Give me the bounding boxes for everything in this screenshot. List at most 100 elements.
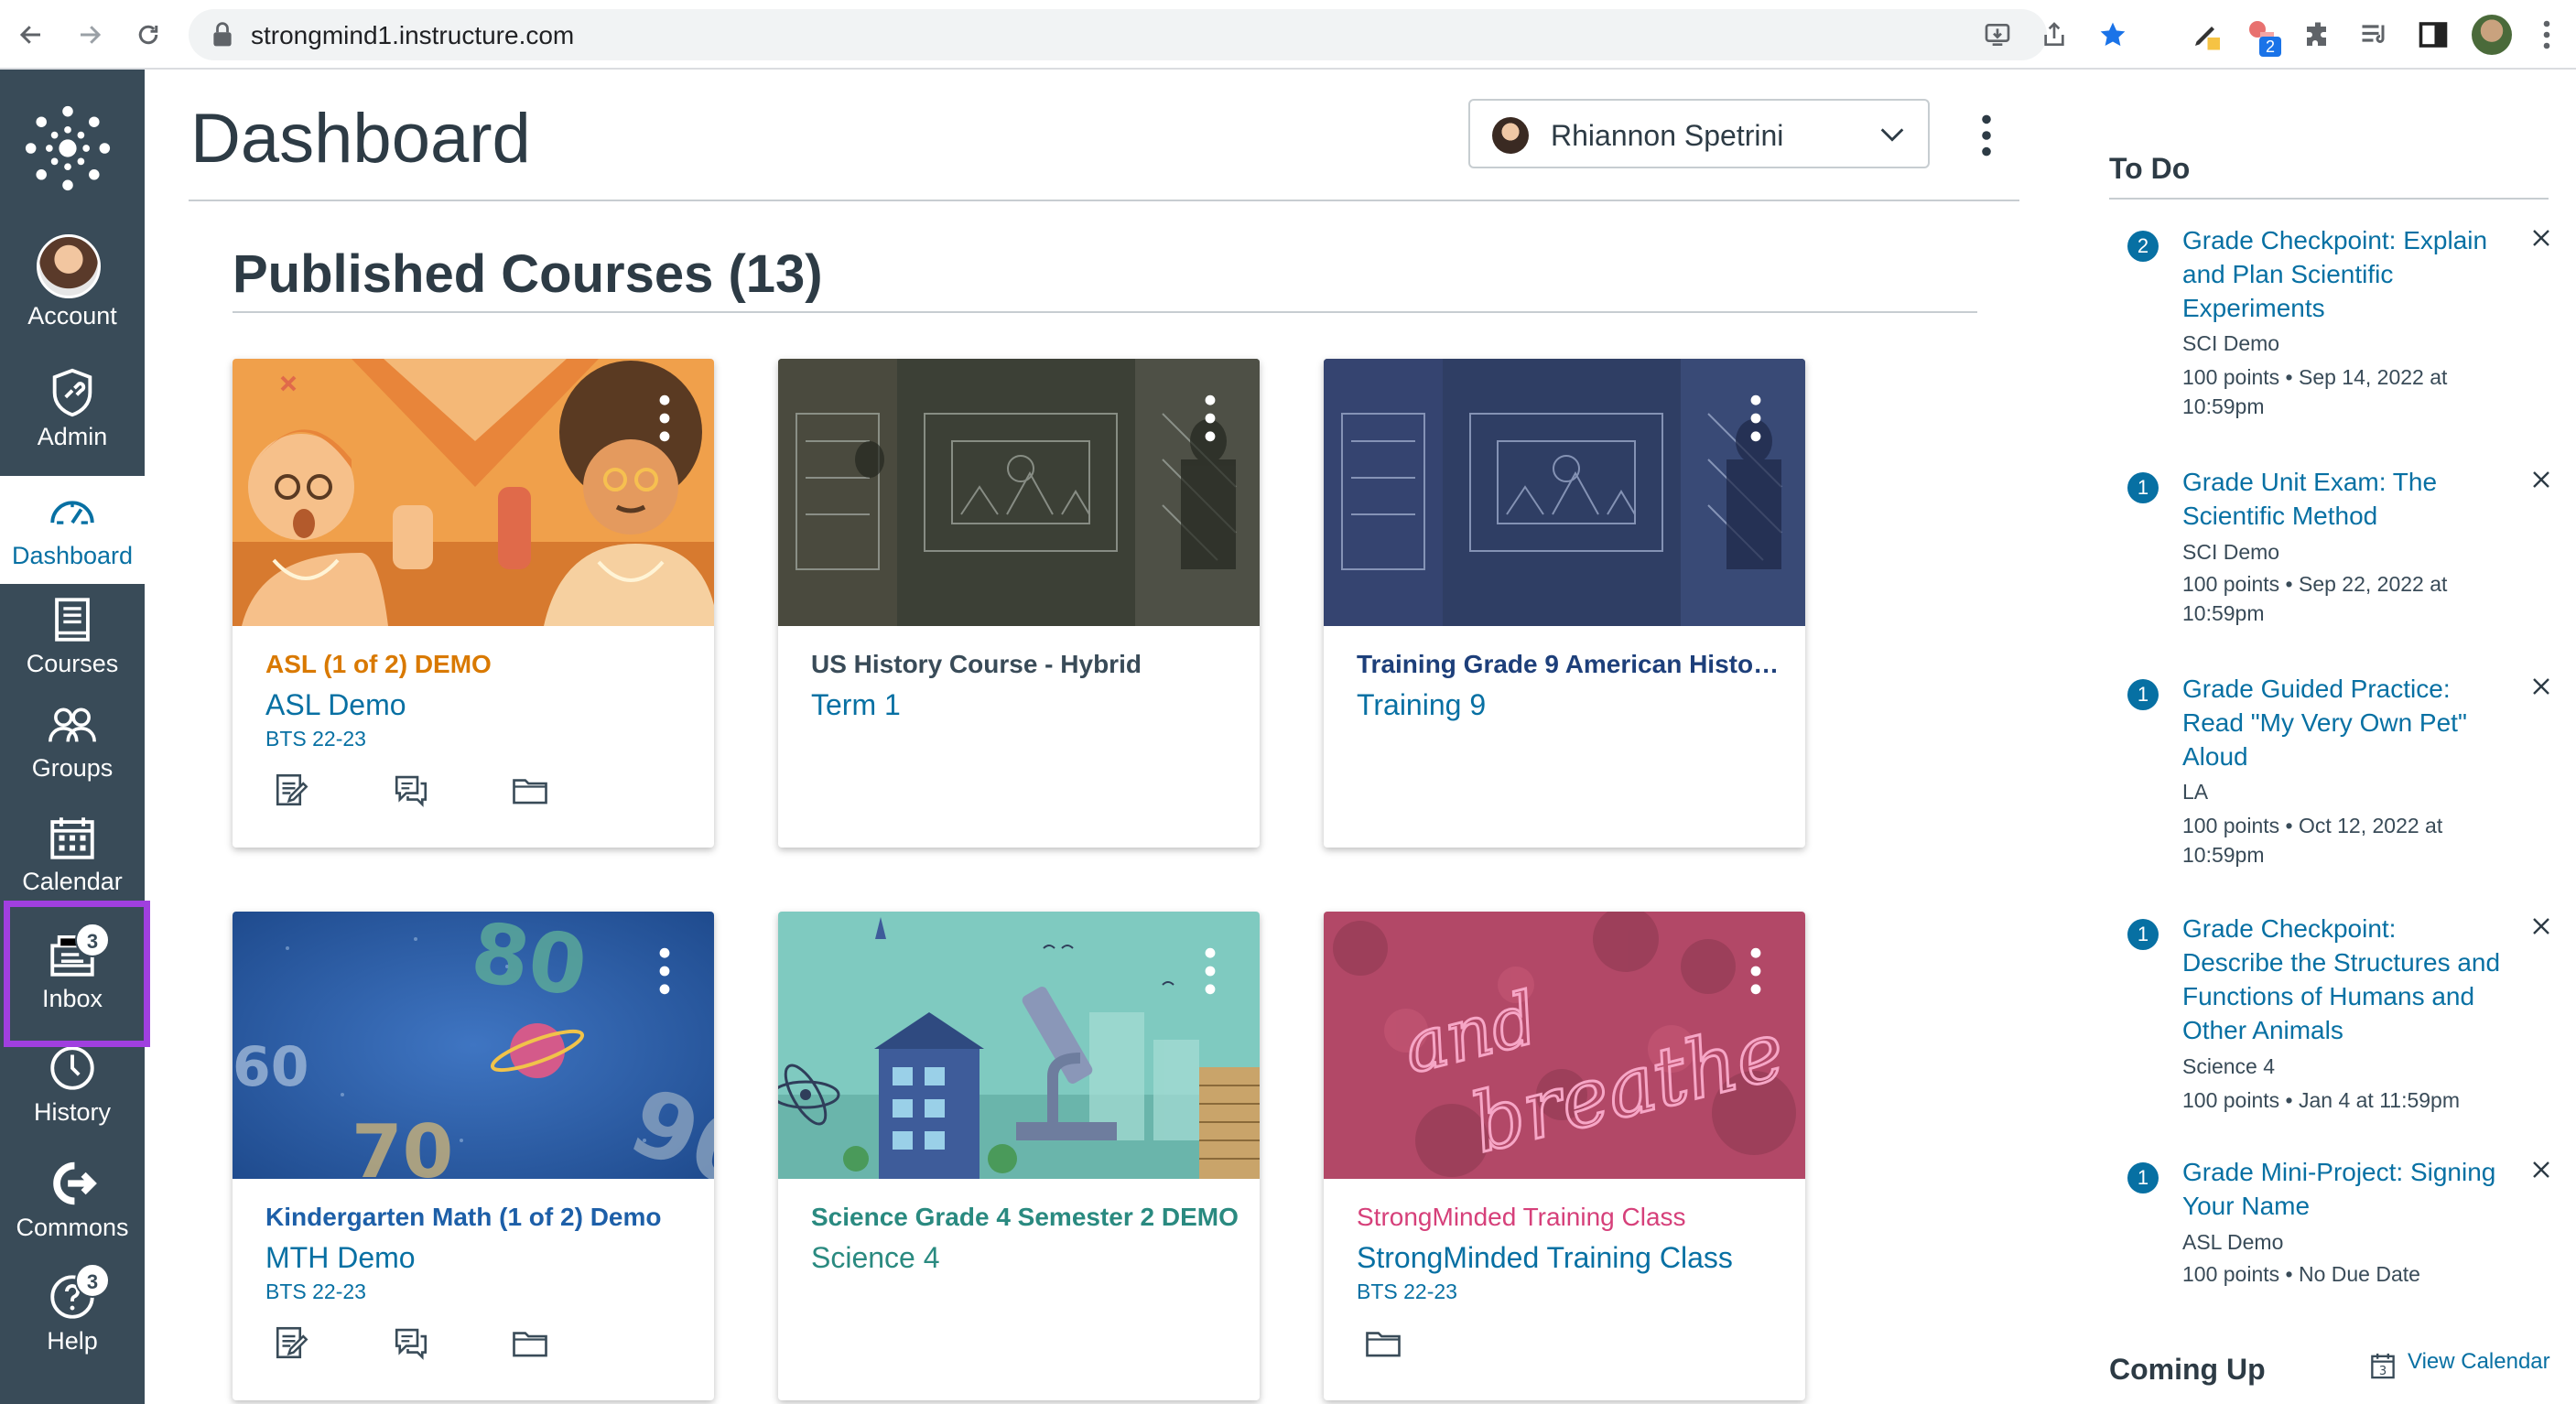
nav-label-dashboard: Dashboard <box>11 542 134 569</box>
course-card-term: BTS 22-23 <box>265 727 366 751</box>
todo-item-link[interactable]: Grade Checkpoint: Describe the Structure… <box>2182 912 2503 1047</box>
course-card-name[interactable]: MTH Demo <box>265 1241 416 1275</box>
course-card-name[interactable]: StrongMinded Training Class <box>1357 1241 1733 1275</box>
todo-item-meta: 100 points • Oct 12, 2022 at 10:59pm <box>2182 814 2443 867</box>
assignments-icon[interactable] <box>273 771 311 809</box>
card-options-icon[interactable] <box>1747 394 1765 443</box>
todo-item-link[interactable]: Grade Unit Exam: The Scientific Method <box>2182 465 2503 533</box>
coming-up-heading: Coming Up <box>2109 1353 2266 1386</box>
nav-item-calendar[interactable]: Calendar <box>0 802 145 910</box>
todo-item-meta: 100 points • Sep 22, 2022 at 10:59pm <box>2182 572 2448 625</box>
card-options-icon[interactable] <box>1201 394 1219 443</box>
back-arrow-icon[interactable] <box>11 15 51 55</box>
nav-item-dashboard[interactable]: Dashboard <box>0 476 145 584</box>
dashboard-options-icon[interactable] <box>1968 113 2005 157</box>
side-panel-icon[interactable] <box>2417 18 2450 51</box>
dismiss-x-icon[interactable] <box>2530 469 2552 491</box>
course-card-code[interactable]: US History Course - Hybrid <box>811 650 1241 679</box>
science-hero-illustration <box>778 912 1260 1179</box>
install-app-icon[interactable] <box>1983 20 2012 49</box>
browser-menu-icon[interactable] <box>2541 18 2552 59</box>
discussions-icon[interactable] <box>392 1323 430 1362</box>
observer-select[interactable]: Rhiannon Spetrini <box>1468 99 1930 168</box>
nav-item-admin[interactable]: Admin <box>0 357 145 465</box>
files-folder-icon[interactable] <box>511 771 549 809</box>
address-bar[interactable]: strongmind1.instructure.com <box>189 9 2126 60</box>
todo-heading: To Do <box>2109 152 2191 185</box>
todo-item-link[interactable]: Grade Guided Practice: Read "My Very Own… <box>2182 672 2503 773</box>
todo-item-course: ASL Demo <box>2182 1230 2284 1254</box>
reading-list-icon[interactable] <box>2358 18 2391 51</box>
todo-count-badge: 1 <box>2127 679 2159 710</box>
todo-item-link[interactable]: Grade Checkpoint: Explain and Plan Scien… <box>2182 223 2503 325</box>
browser-profile-avatar[interactable] <box>2472 15 2512 55</box>
course-card-code[interactable]: Science Grade 4 Semester 2 DEMO <box>811 1203 1241 1232</box>
discussions-icon[interactable] <box>392 771 430 809</box>
todo-item-link[interactable]: Grade Mini-Project: Signing Your Name <box>2182 1155 2503 1223</box>
course-card-code[interactable]: Kindergarten Math (1 of 2) Demo <box>265 1203 696 1232</box>
observer-avatar <box>1492 117 1529 154</box>
courses-book-icon <box>55 598 90 642</box>
course-card[interactable]: US History Course - Hybrid Term 1 <box>778 359 1260 848</box>
dismiss-x-icon[interactable] <box>2530 675 2552 697</box>
course-card[interactable]: and breathe StrongMinded Training Class … <box>1324 912 1805 1400</box>
observer-name: Rhiannon Spetrini <box>1551 119 1784 152</box>
assignments-icon[interactable] <box>273 1323 311 1362</box>
nav-item-commons[interactable]: Commons <box>0 1148 145 1256</box>
nav-label-admin: Admin <box>37 423 108 450</box>
card-options-icon[interactable] <box>1747 946 1765 996</box>
nav-item-history[interactable]: History <box>0 1032 145 1140</box>
course-card[interactable]: 80 60 70 90 Kindergarten Math (1 of 2) D… <box>233 912 714 1400</box>
files-folder-icon[interactable] <box>511 1323 549 1362</box>
todo-item: 1 Grade Guided Practice: Read "My Very O… <box>2109 672 2549 882</box>
nav-item-help[interactable]: 3 Help <box>0 1261 145 1369</box>
bookmark-star-icon[interactable] <box>2098 20 2127 49</box>
dismiss-x-icon[interactable] <box>2530 915 2552 937</box>
dismiss-x-icon[interactable] <box>2530 1159 2552 1181</box>
nav-item-groups[interactable]: Groups <box>0 688 145 796</box>
todo-item-course: LA <box>2182 780 2209 804</box>
nav-label-courses: Courses <box>26 650 119 677</box>
nav-label-commons: Commons <box>16 1214 129 1241</box>
reload-icon[interactable] <box>128 15 168 55</box>
calendar-small-icon: 3 <box>2371 1353 2395 1379</box>
card-options-icon[interactable] <box>655 394 674 443</box>
canvas-logo-icon[interactable] <box>24 104 112 192</box>
course-card-code[interactable]: ASL (1 of 2) DEMO <box>265 650 696 679</box>
global-navigation: Account Admin Dashboard Courses Groups C… <box>0 70 145 1404</box>
course-card-hero[interactable] <box>778 912 1260 1179</box>
course-card-hero[interactable] <box>233 359 714 626</box>
section-divider <box>233 311 1977 313</box>
course-card-term: BTS 22-23 <box>265 1280 366 1303</box>
groups-people-icon <box>49 707 96 742</box>
nav-item-account[interactable]: Account <box>0 227 145 335</box>
course-card-hero[interactable] <box>1324 359 1805 626</box>
card-options-icon[interactable] <box>655 946 674 996</box>
course-card-hero[interactable]: 80 60 70 90 <box>233 912 714 1179</box>
card-options-icon[interactable] <box>1201 946 1219 996</box>
todo-item: 1 Grade Unit Exam: The Scientific Method… <box>2109 465 2549 639</box>
share-icon[interactable] <box>2040 20 2069 49</box>
course-card-hero[interactable]: and breathe <box>1324 912 1805 1179</box>
course-card[interactable]: Training Grade 9 American History (1 of … <box>1324 359 1805 848</box>
course-card-code[interactable]: StrongMinded Training Class <box>1357 1203 1787 1232</box>
puzzle-extensions-icon[interactable] <box>2301 18 2334 51</box>
files-folder-icon[interactable] <box>1364 1323 1402 1362</box>
chevron-down-icon <box>1880 128 1904 142</box>
extension-badge: 2 <box>2259 37 2281 57</box>
forward-arrow-icon[interactable] <box>70 15 110 55</box>
course-card-code[interactable]: Training Grade 9 American History (1 of … <box>1357 650 1787 679</box>
course-card-name[interactable]: Training 9 <box>1357 688 1486 722</box>
course-card-name[interactable]: ASL Demo <box>265 688 406 722</box>
dismiss-x-icon[interactable] <box>2530 227 2552 249</box>
view-calendar-link[interactable]: View Calendar <box>2408 1349 2550 1375</box>
course-card-hero[interactable] <box>778 359 1260 626</box>
course-card-name[interactable]: Science 4 <box>811 1241 940 1275</box>
pen-extension-icon[interactable] <box>2190 18 2223 51</box>
nav-item-courses[interactable]: Courses <box>0 584 145 692</box>
course-card-name[interactable]: Term 1 <box>811 688 901 722</box>
todo-divider <box>2109 198 2549 200</box>
course-card[interactable]: Science Grade 4 Semester 2 DEMO Science … <box>778 912 1260 1400</box>
todo-item: 1 Grade Mini-Project: Signing Your Name … <box>2109 1155 2549 1301</box>
course-card[interactable]: ASL (1 of 2) DEMO ASL Demo BTS 22-23 <box>233 359 714 848</box>
